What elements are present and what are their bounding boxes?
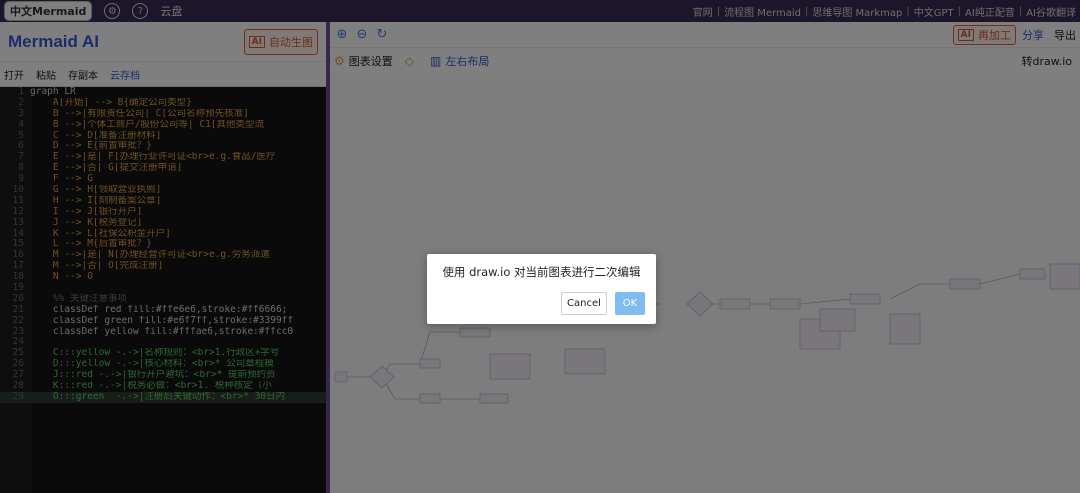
cancel-button[interactable]: Cancel bbox=[561, 292, 607, 315]
dialog-message: 使用 draw.io 对当前图表进行二次编辑 bbox=[442, 265, 641, 279]
confirm-dialog: 使用 draw.io 对当前图表进行二次编辑 Cancel OK bbox=[427, 254, 656, 324]
modal-overlay[interactable] bbox=[0, 0, 1080, 493]
ok-button[interactable]: OK bbox=[615, 292, 645, 315]
